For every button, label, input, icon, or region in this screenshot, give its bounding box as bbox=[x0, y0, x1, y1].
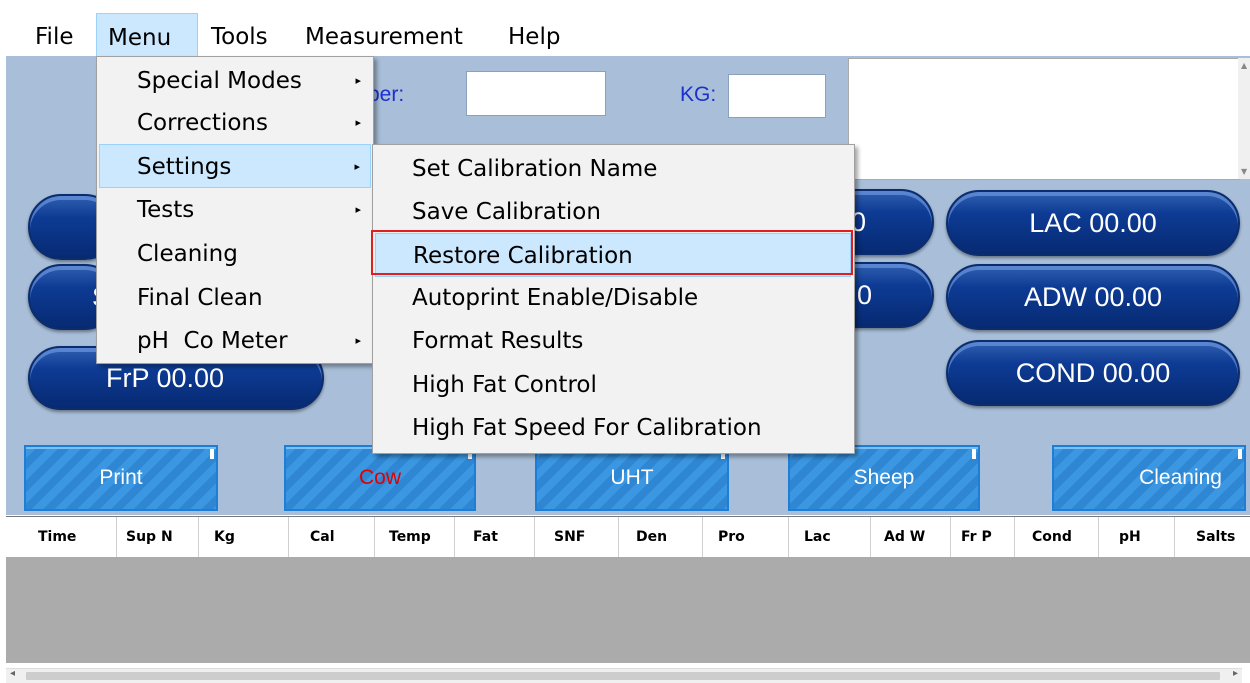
menu-item-label: Special Modes bbox=[137, 68, 302, 94]
menu-item-tests[interactable]: Tests ▸ bbox=[99, 188, 371, 232]
column-divider[interactable] bbox=[788, 517, 789, 557]
column-divider[interactable] bbox=[950, 517, 951, 557]
column-divider[interactable] bbox=[116, 517, 117, 557]
menu-item-label: Tests bbox=[137, 197, 195, 223]
menu-item-ph-co-meter[interactable]: pH Co Meter ▸ bbox=[99, 319, 371, 363]
column-divider[interactable] bbox=[618, 517, 619, 557]
right-triangle-icon: ▸ bbox=[355, 334, 361, 347]
column-header[interactable]: Den bbox=[636, 517, 667, 557]
notes-textarea[interactable] bbox=[848, 58, 1240, 180]
column-header[interactable]: Lac bbox=[804, 517, 831, 557]
column-header[interactable]: Cond bbox=[1032, 517, 1072, 557]
horizontal-scrollbar[interactable]: ◂ ▸ bbox=[6, 668, 1242, 683]
submenu-item-save-calibration[interactable]: Save Calibration bbox=[375, 190, 851, 234]
column-divider[interactable] bbox=[1098, 517, 1099, 557]
kg-input[interactable] bbox=[728, 74, 826, 118]
column-divider[interactable] bbox=[870, 517, 871, 557]
menu-item-corrections[interactable]: Corrections ▸ bbox=[99, 101, 371, 145]
sheep-button-label: Sheep bbox=[853, 466, 915, 489]
submenu-item-format-results[interactable]: Format Results bbox=[375, 319, 851, 363]
menu-item-label: pH Co Meter bbox=[137, 328, 288, 354]
column-header[interactable]: Kg bbox=[214, 517, 235, 557]
supplier-number-input[interactable] bbox=[466, 71, 606, 116]
column-header[interactable]: pH bbox=[1119, 517, 1141, 557]
cow-button-label: Cow bbox=[358, 466, 401, 489]
menu-item-special-modes[interactable]: Special Modes ▸ bbox=[99, 59, 371, 103]
right-triangle-icon: ▸ bbox=[354, 160, 360, 173]
cleaning-button[interactable]: Cleaning bbox=[1052, 445, 1246, 511]
column-divider[interactable] bbox=[534, 517, 535, 557]
column-divider[interactable] bbox=[1174, 517, 1175, 557]
button-corner-mark bbox=[1238, 449, 1242, 459]
column-header[interactable]: Pro bbox=[718, 517, 745, 557]
menu-item-final-clean[interactable]: Final Clean bbox=[99, 276, 371, 320]
column-header[interactable]: Temp bbox=[389, 517, 431, 557]
results-table[interactable]: Time Sup N Kg Cal Temp Fat SNF Den Pro L… bbox=[6, 516, 1250, 663]
menu-item-label: Corrections bbox=[137, 110, 268, 136]
column-header[interactable]: Sup N bbox=[126, 517, 173, 557]
submenu-item-set-calibration-name[interactable]: Set Calibration Name bbox=[375, 147, 851, 191]
column-divider[interactable] bbox=[1014, 517, 1015, 557]
down-arrow-icon[interactable]: ▼ bbox=[1241, 167, 1247, 176]
menu-dropdown: Special Modes ▸ Corrections ▸ Settings ▸… bbox=[96, 56, 374, 364]
column-header[interactable]: Salts bbox=[1196, 517, 1235, 557]
menu-file[interactable]: File bbox=[35, 18, 74, 56]
menu-item-label: Settings bbox=[137, 154, 232, 180]
menu-measurement[interactable]: Measurement bbox=[305, 18, 463, 56]
column-header[interactable]: SNF bbox=[554, 517, 585, 557]
column-divider[interactable] bbox=[288, 517, 289, 557]
pill-row2-mid-label: 0 bbox=[856, 279, 872, 310]
right-triangle-icon: ▸ bbox=[355, 203, 361, 216]
uht-button-label: UHT bbox=[610, 466, 654, 489]
menu-menu[interactable]: Menu bbox=[96, 13, 198, 56]
sheep-button[interactable]: Sheep bbox=[788, 445, 980, 511]
cond-pill-label: COND 00.00 bbox=[1015, 357, 1171, 388]
column-header[interactable]: Fr P bbox=[961, 517, 992, 557]
lac-pill[interactable]: LAC 00.00 bbox=[946, 190, 1240, 256]
column-header[interactable]: Cal bbox=[310, 517, 335, 557]
button-corner-mark bbox=[210, 449, 214, 459]
column-divider[interactable] bbox=[454, 517, 455, 557]
column-header[interactable]: Ad W bbox=[884, 517, 925, 557]
kg-label: KG: bbox=[680, 83, 717, 106]
adw-pill[interactable]: ADW 00.00 bbox=[946, 264, 1240, 330]
print-button-label: Print bbox=[99, 466, 143, 489]
notes-scrollbar[interactable]: ▲ ▼ bbox=[1238, 58, 1250, 179]
menu-tools[interactable]: Tools bbox=[211, 18, 268, 56]
frp-pill-label: FrP 00.00 bbox=[106, 362, 225, 393]
right-triangle-icon: ▸ bbox=[355, 116, 361, 129]
submenu-item-high-fat-speed[interactable]: High Fat Speed For Calibration bbox=[375, 406, 851, 450]
print-button[interactable]: Print bbox=[24, 445, 218, 511]
submenu-item-high-fat-control[interactable]: High Fat Control bbox=[375, 363, 851, 407]
column-header[interactable]: Fat bbox=[473, 517, 498, 557]
adw-pill-label: ADW 00.00 bbox=[1023, 281, 1163, 312]
settings-submenu: Set Calibration Name Save Calibration Re… bbox=[372, 144, 855, 454]
submenu-item-autoprint[interactable]: Autoprint Enable/Disable bbox=[375, 276, 851, 320]
right-triangle-icon: ▸ bbox=[355, 74, 361, 87]
menu-item-label: Cleaning bbox=[137, 241, 238, 267]
left-arrow-icon[interactable]: ◂ bbox=[10, 668, 15, 679]
selection-highlight-box bbox=[371, 230, 853, 275]
column-divider[interactable] bbox=[198, 517, 199, 557]
menu-bar: File Menu Tools Measurement Help bbox=[0, 0, 1250, 56]
menu-item-cleaning[interactable]: Cleaning bbox=[99, 232, 371, 276]
column-header[interactable]: Time bbox=[38, 517, 76, 557]
column-divider[interactable] bbox=[702, 517, 703, 557]
lac-pill-label: LAC 00.00 bbox=[1029, 207, 1157, 238]
button-corner-mark bbox=[972, 449, 976, 459]
cleaning-button-label: Cleaning bbox=[1139, 466, 1222, 489]
up-arrow-icon[interactable]: ▲ bbox=[1241, 61, 1247, 70]
column-divider[interactable] bbox=[374, 517, 375, 557]
scrollbar-thumb[interactable] bbox=[26, 672, 1220, 680]
cow-button[interactable]: Cow bbox=[284, 445, 476, 511]
menu-item-settings[interactable]: Settings ▸ bbox=[99, 144, 371, 188]
right-arrow-icon[interactable]: ▸ bbox=[1233, 668, 1238, 679]
menu-help[interactable]: Help bbox=[508, 18, 560, 56]
menu-item-label: Final Clean bbox=[137, 285, 263, 311]
uht-button[interactable]: UHT bbox=[535, 445, 729, 511]
table-header: Time Sup N Kg Cal Temp Fat SNF Den Pro L… bbox=[6, 517, 1250, 557]
cond-pill[interactable]: COND 00.00 bbox=[946, 340, 1240, 406]
